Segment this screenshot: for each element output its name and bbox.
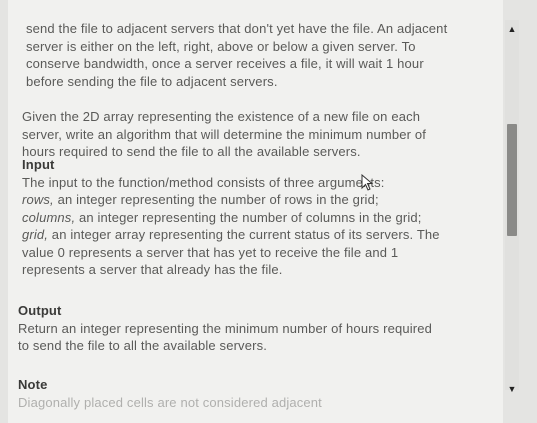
note-section: Note Diagonally placed cells are not con…	[18, 376, 496, 411]
scroll-up-icon[interactable]: ▲	[505, 22, 519, 36]
text-line: conserve bandwidth, once a server receiv…	[26, 56, 424, 71]
input-intro: The input to the function/method consist…	[22, 174, 500, 192]
output-heading: Output	[18, 303, 62, 318]
input-intro-text: The input to the function/method consist…	[22, 174, 385, 190]
problem-paragraph-1: send the file to adjacent servers that d…	[26, 20, 503, 90]
output-section: Output Return an integer representing th…	[18, 302, 496, 355]
input-section: Input The input to the function/method c…	[22, 156, 500, 279]
input-heading: Input	[22, 157, 55, 172]
mouse-cursor-icon	[361, 173, 375, 197]
input-grid-line: grid, an integer array representing the …	[22, 226, 500, 244]
text-line: send the file to adjacent servers that d…	[26, 21, 448, 36]
screen: send the file to adjacent servers that d…	[0, 0, 537, 423]
text-line: before sending the file to adjacent serv…	[26, 73, 278, 89]
problem-description-panel: send the file to adjacent servers that d…	[8, 0, 503, 423]
text-line: represents a server that already has the…	[22, 262, 283, 277]
note-heading: Note	[18, 377, 48, 392]
columns-term: columns,	[22, 209, 76, 225]
rows-desc: an integer representing the number of ro…	[53, 192, 379, 207]
scrollbar-thumb[interactable]	[507, 124, 517, 236]
text-line: value 0 represents a server that has yet…	[22, 244, 399, 260]
text-line: Return an integer representing the minim…	[18, 320, 432, 336]
note-cut-line: Diagonally placed cells are not consider…	[18, 394, 322, 410]
columns-desc: an integer representing the number of co…	[75, 209, 422, 225]
text-line: server is either on the left, right, abo…	[26, 38, 416, 54]
problem-paragraph-2: Given the 2D array representing the exis…	[22, 108, 500, 161]
input-columns-line: columns, an integer representing the num…	[22, 209, 500, 227]
grid-term: grid,	[22, 227, 49, 242]
text-line: Given the 2D array representing the exis…	[22, 109, 421, 124]
scroll-down-icon[interactable]: ▼	[505, 382, 519, 396]
text-line: to send the file to all the available se…	[18, 338, 267, 353]
text-line: server, write an algorithm that will det…	[22, 126, 426, 142]
grid-desc: an integer array representing the curren…	[48, 227, 440, 242]
rows-term: rows,	[22, 192, 54, 207]
input-rows-line: rows, an integer representing the number…	[22, 191, 500, 209]
